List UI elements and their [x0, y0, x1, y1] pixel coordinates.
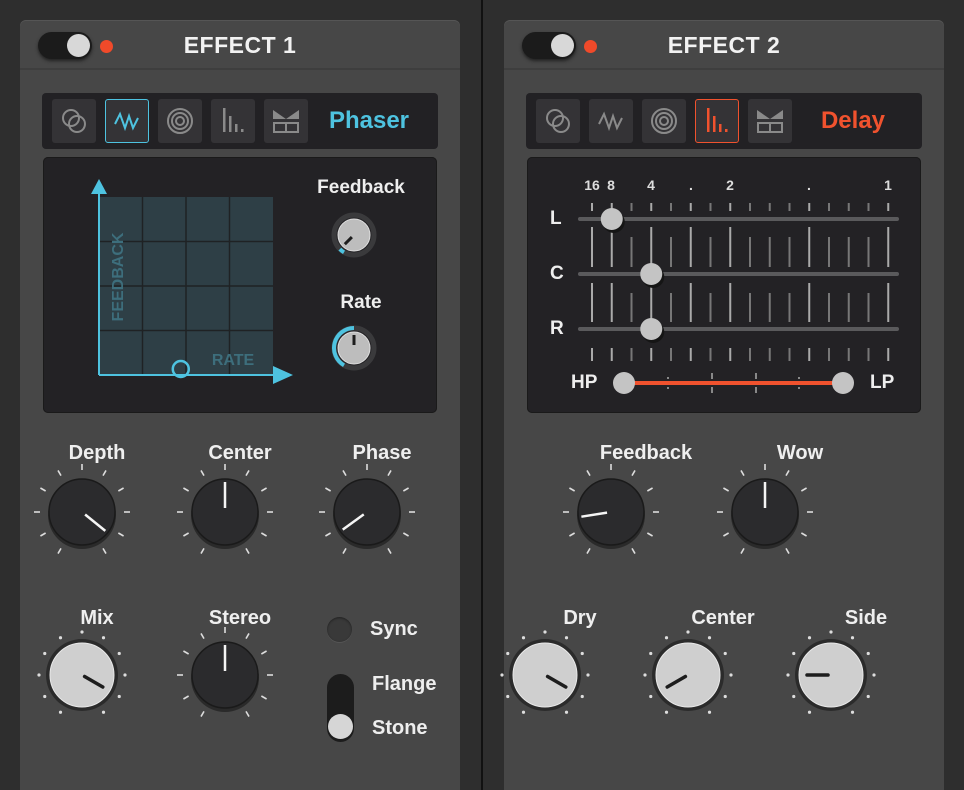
y-axis-label: FEEDBACK	[110, 232, 127, 321]
tick-label: .	[689, 177, 693, 193]
rate-small-knob[interactable]	[331, 325, 377, 376]
stereo-knob[interactable]	[155, 605, 295, 750]
chorus-icon	[546, 109, 570, 133]
delay-display: 16 8 4 . 2 . 1 L C R HP LP	[527, 157, 921, 413]
mix-knob[interactable]	[12, 605, 152, 750]
feedback-knob[interactable]	[541, 442, 681, 587]
delay-slider-handle-C	[640, 263, 663, 285]
feedback-label: Feedback	[317, 177, 405, 198]
phase-knob[interactable]	[297, 442, 437, 587]
tick-label: .	[807, 177, 811, 193]
tick-label: 2	[726, 177, 734, 193]
delay-icon	[223, 108, 244, 132]
x-axis-label: RATE	[212, 352, 255, 369]
filter-icon	[757, 110, 783, 133]
effect1-type-filter-button[interactable]	[264, 99, 308, 143]
flange-option[interactable]: Flange	[372, 673, 436, 696]
effect2-type-chorus-button[interactable]	[536, 99, 580, 143]
phaser-icon	[598, 111, 623, 132]
delay-slider-handle-L	[600, 208, 623, 230]
lp-handle	[832, 372, 854, 394]
hp-label: HP	[571, 372, 598, 393]
stone-option[interactable]: Stone	[372, 717, 428, 740]
delay-icon	[707, 108, 728, 132]
rate-label: Rate	[340, 292, 382, 313]
effect1-type-label: Phaser	[328, 107, 410, 134]
effect2-type-filter-button[interactable]	[748, 99, 792, 143]
phaser-icon	[114, 111, 139, 132]
side-knob[interactable]	[761, 605, 901, 750]
flange-stone-switch[interactable]	[327, 674, 354, 742]
tick-label: 4	[647, 177, 655, 193]
filter-icon	[273, 110, 299, 133]
y-axis-arrow	[91, 179, 107, 194]
center-knob[interactable]	[155, 442, 295, 587]
effect2-header: EFFECT 2	[504, 20, 944, 70]
wow-knob[interactable]	[695, 442, 835, 587]
reverb-icon	[651, 108, 677, 134]
effect1-header: EFFECT 1	[20, 20, 460, 70]
x-axis-arrow	[273, 366, 293, 384]
delay-slider-handle-R	[640, 318, 663, 340]
effect2-type-label: Delay	[820, 107, 886, 134]
chorus-icon	[62, 109, 86, 133]
hp-handle	[613, 372, 635, 394]
effect1-title: EFFECT 1	[183, 32, 297, 58]
dry-knob[interactable]	[475, 605, 615, 750]
effect1-panel: EFFECT 1 Phaser FEEDBACK RATE Feedback R…	[20, 20, 460, 790]
effect2-type-delay-button[interactable]	[695, 99, 739, 143]
effect2-title: EFFECT 2	[667, 32, 781, 58]
effect1-type-delay-button[interactable]	[211, 99, 255, 143]
row-label-l: L	[550, 208, 562, 229]
effect1-type-chorus-button[interactable]	[52, 99, 96, 143]
row-label-r: R	[550, 318, 564, 339]
sync-button[interactable]	[327, 617, 352, 642]
sync-label: Sync	[370, 618, 418, 640]
row-label-c: C	[550, 263, 564, 284]
effect2-panel: EFFECT 2 Delay 16 8 4 . 2 . 1 L C R HP L…	[500, 20, 944, 790]
effect2-type-selector: Delay	[526, 93, 922, 149]
reverb-icon	[167, 108, 193, 134]
effect2-type-reverb-button[interactable]	[642, 99, 686, 143]
effect2-type-phaser-button[interactable]	[589, 99, 633, 143]
center-knob[interactable]	[618, 605, 758, 750]
effect1-type-selector: Phaser	[42, 93, 438, 149]
effect1-type-reverb-button[interactable]	[158, 99, 202, 143]
effect1-display: FEEDBACK RATE Feedback Rate	[43, 157, 437, 413]
lp-label: LP	[870, 372, 895, 393]
effect1-type-phaser-button[interactable]	[105, 99, 149, 143]
feedback-small-knob[interactable]	[331, 212, 377, 263]
depth-knob[interactable]	[12, 442, 152, 587]
tick-label: 1	[884, 177, 892, 193]
tick-label: 8	[607, 177, 615, 193]
